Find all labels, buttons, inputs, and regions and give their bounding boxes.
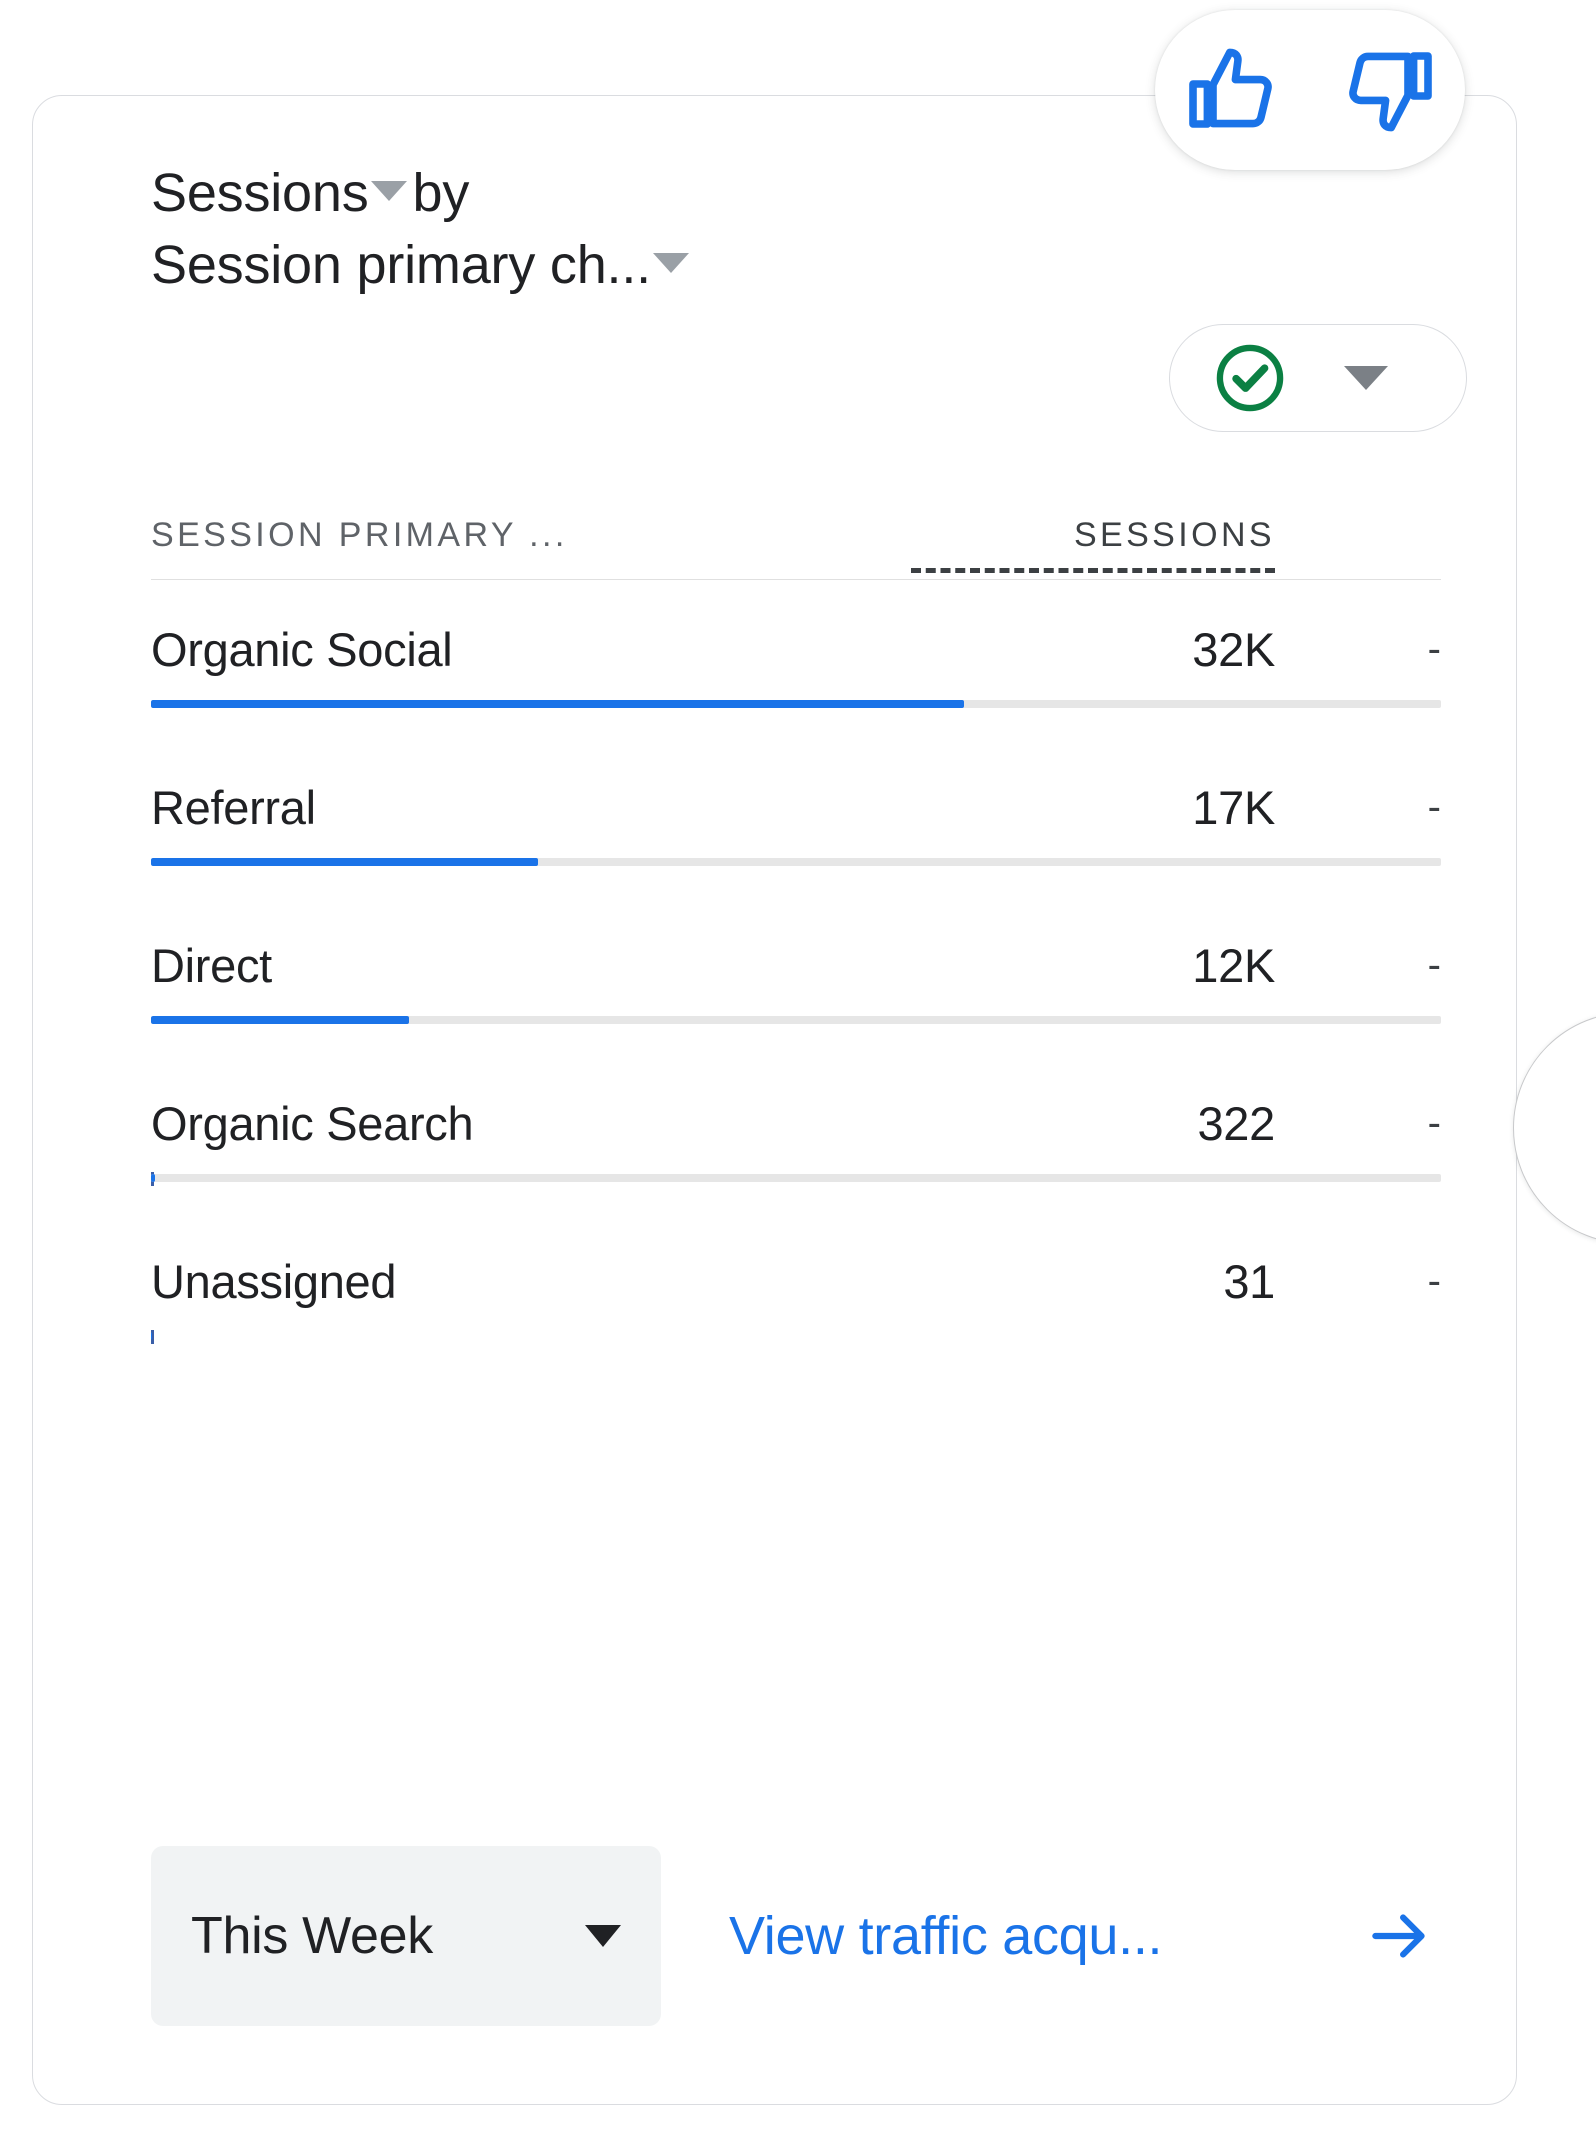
thumb-up-button[interactable] bbox=[1178, 35, 1288, 145]
bar-fill bbox=[151, 700, 964, 708]
row-label: Unassigned bbox=[151, 1254, 397, 1308]
chevron-down-icon[interactable] bbox=[652, 252, 689, 273]
feedback-pill bbox=[1155, 10, 1465, 170]
row-value: 31 bbox=[1223, 1254, 1275, 1308]
dimension-selector[interactable]: Session primary ch... bbox=[151, 230, 651, 302]
date-range-button[interactable]: This Week bbox=[151, 1846, 661, 2026]
date-range-label: This Week bbox=[191, 1907, 433, 1965]
chevron-down-icon[interactable] bbox=[1344, 366, 1388, 390]
bar-track bbox=[151, 858, 1441, 866]
bar-fill bbox=[151, 1016, 409, 1024]
check-circle-icon bbox=[1216, 344, 1284, 412]
row-label: Direct bbox=[151, 938, 272, 992]
row-value: 12K bbox=[1192, 938, 1275, 992]
row-extra: - bbox=[1427, 1100, 1441, 1145]
view-report-label: View traffic acqu... bbox=[729, 1906, 1163, 1966]
page-background: Sessions by Session primary ch... SESSIO… bbox=[0, 0, 1596, 2132]
row-value: 322 bbox=[1197, 1096, 1275, 1150]
bar-fill bbox=[151, 858, 538, 866]
row-extra: - bbox=[1427, 1258, 1441, 1303]
row-value: 17K bbox=[1192, 780, 1275, 834]
bar-track bbox=[151, 1332, 1441, 1340]
chevron-down-icon[interactable] bbox=[370, 181, 407, 201]
thumb-down-icon bbox=[1340, 42, 1436, 138]
view-report-link[interactable]: View traffic acqu... bbox=[729, 1899, 1441, 1973]
floating-action-circle[interactable] bbox=[1513, 1012, 1596, 1244]
card-title-line-1: Sessions by bbox=[151, 158, 911, 230]
row-label: Organic Social bbox=[151, 622, 453, 676]
chevron-down-icon bbox=[585, 1925, 621, 1947]
table-header-row: SESSION PRIMARY ... SESSIONS bbox=[151, 516, 1441, 580]
row-extra: - bbox=[1427, 784, 1441, 829]
title-connector: by bbox=[412, 163, 470, 223]
card-footer: This Week View traffic acqu... bbox=[151, 1846, 1441, 2026]
column-header-sessions[interactable]: SESSIONS bbox=[911, 516, 1281, 573]
arrow-right-icon bbox=[1363, 1899, 1441, 1973]
thumb-down-button[interactable] bbox=[1333, 35, 1443, 145]
card-title: Sessions by Session primary ch... bbox=[151, 158, 911, 302]
card-title-line-2: Session primary ch... bbox=[151, 230, 911, 302]
row-extra: - bbox=[1427, 942, 1441, 987]
bar-track bbox=[151, 700, 1441, 708]
status-chip[interactable] bbox=[1169, 324, 1467, 432]
bar-fill bbox=[151, 1174, 155, 1182]
table-row[interactable]: Organic Social 32K - bbox=[151, 580, 1441, 738]
table-row[interactable]: Unassigned 31 - bbox=[151, 1212, 1441, 1370]
row-label: Referral bbox=[151, 780, 316, 834]
data-table: SESSION PRIMARY ... SESSIONS Organic Soc… bbox=[151, 516, 1441, 1370]
metric-card: Sessions by Session primary ch... SESSIO… bbox=[32, 95, 1517, 2105]
thumb-up-icon bbox=[1185, 42, 1281, 138]
bar-fill bbox=[151, 1332, 153, 1340]
table-row[interactable]: Direct 12K - bbox=[151, 896, 1441, 1054]
table-row[interactable]: Organic Search 322 - bbox=[151, 1054, 1441, 1212]
row-extra: - bbox=[1427, 626, 1441, 671]
metric-selector[interactable]: Sessions bbox=[151, 158, 369, 230]
bar-track bbox=[151, 1016, 1441, 1024]
table-row[interactable]: Referral 17K - bbox=[151, 738, 1441, 896]
row-label: Organic Search bbox=[151, 1096, 474, 1150]
row-value: 32K bbox=[1192, 622, 1275, 676]
column-header-dimension[interactable]: SESSION PRIMARY ... bbox=[151, 516, 911, 555]
bar-track bbox=[151, 1174, 1441, 1182]
